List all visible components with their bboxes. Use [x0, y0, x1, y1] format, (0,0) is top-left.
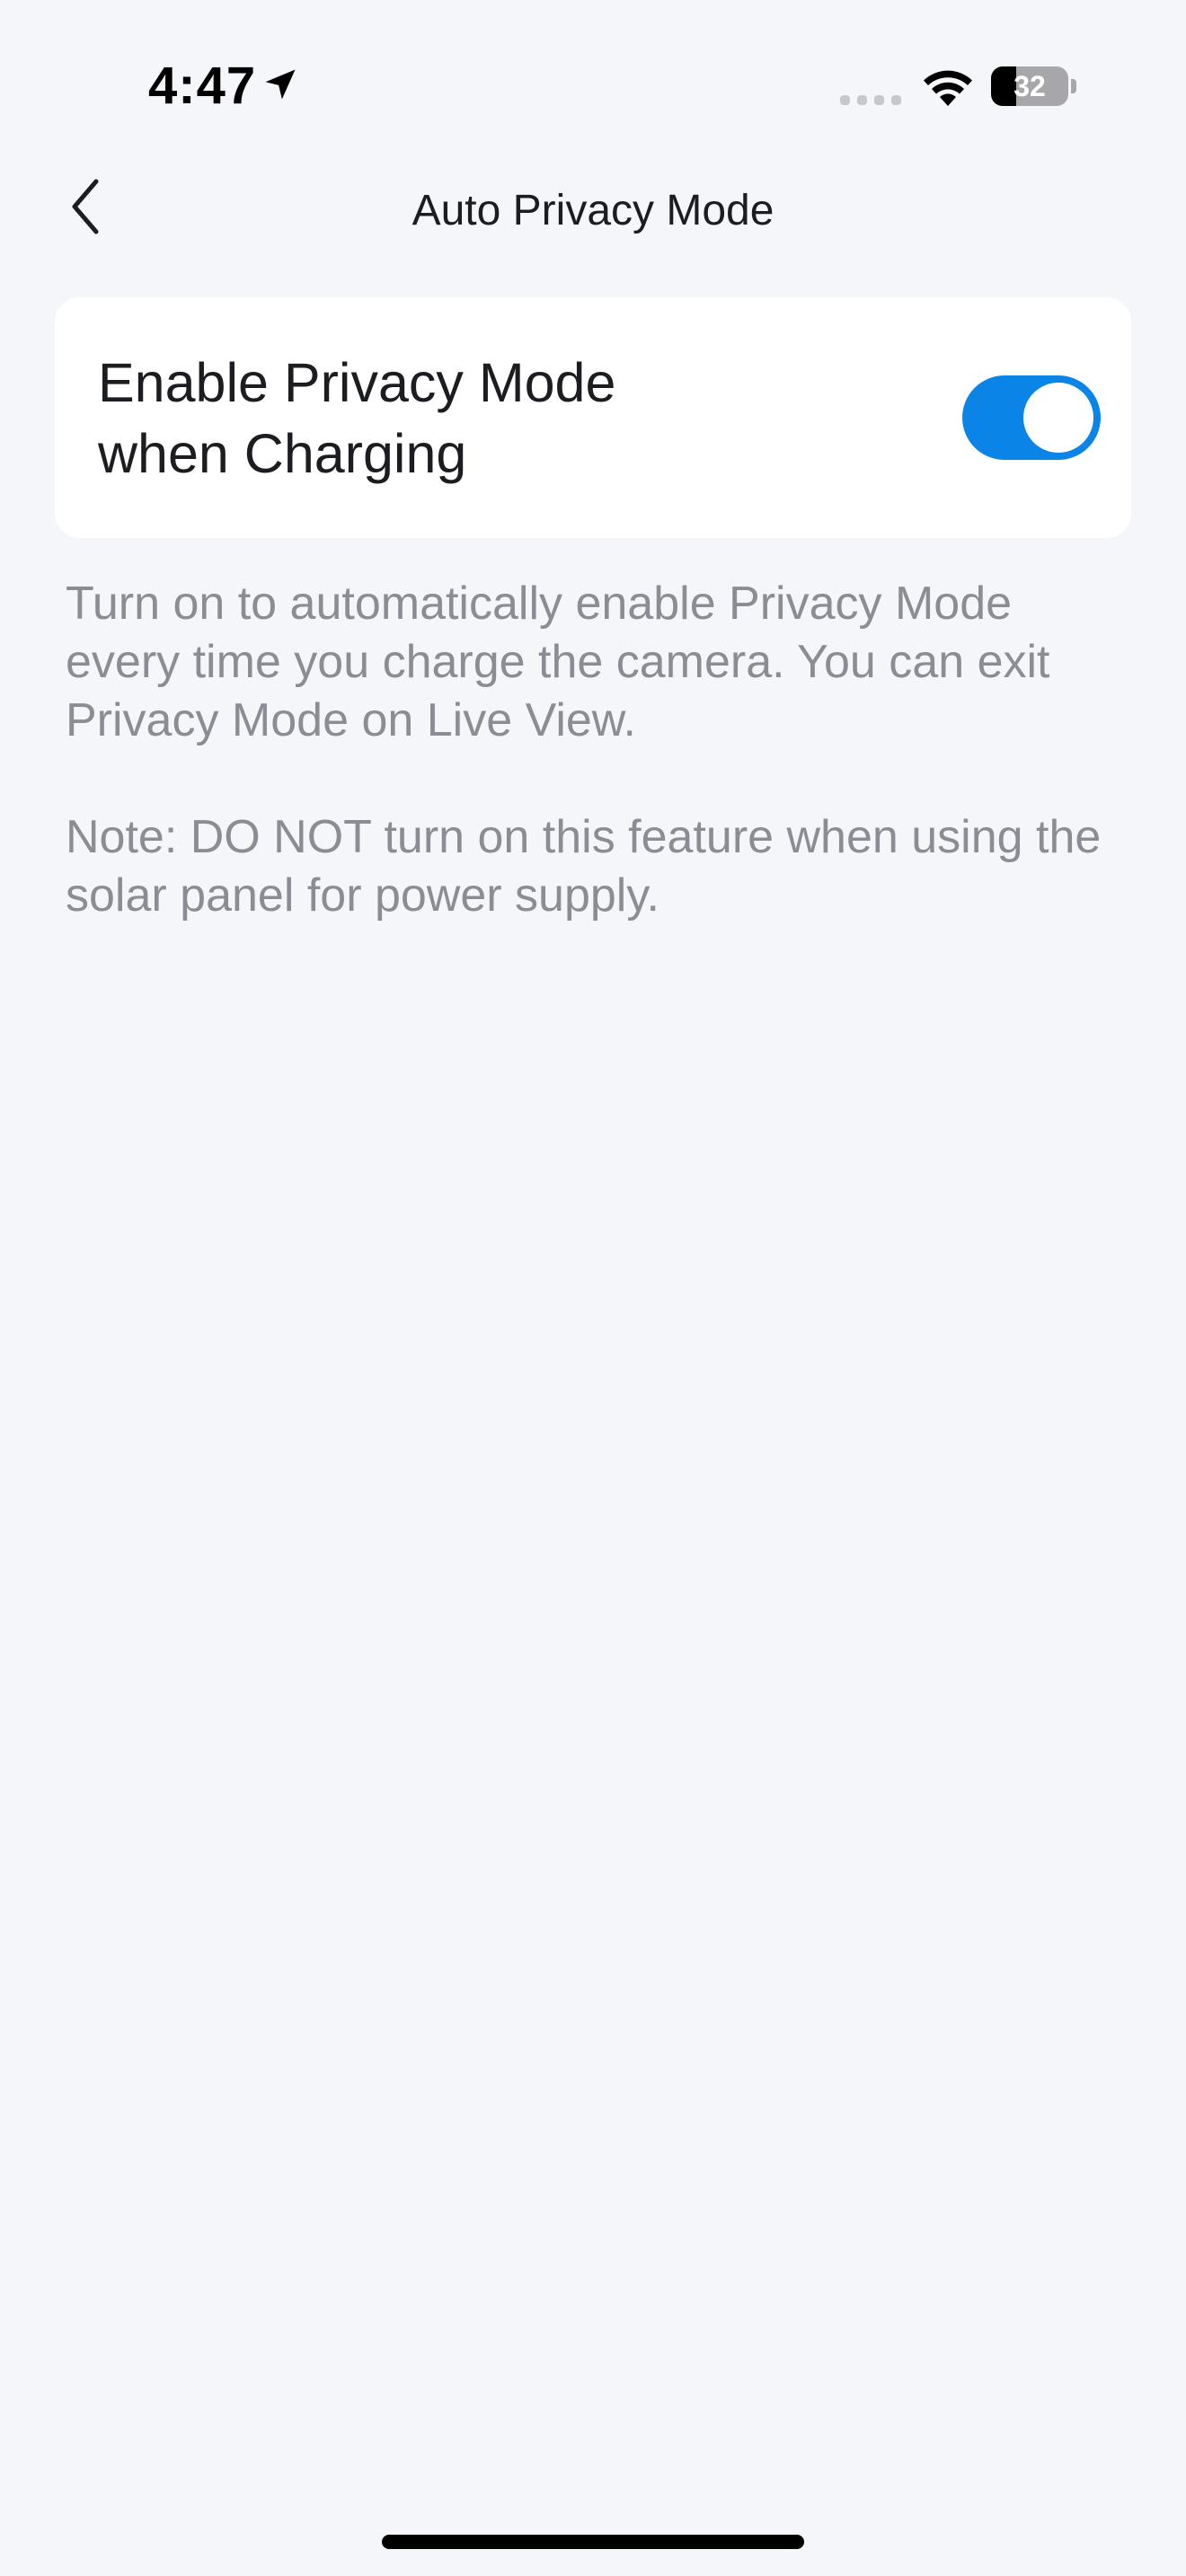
- location-arrow-icon: [265, 69, 296, 100]
- battery-cap: [1071, 79, 1076, 93]
- setting-label: Enable Privacy Mode when Charging: [98, 352, 616, 484]
- setting-description: Turn on to automatically enable Privacy …: [66, 578, 1050, 746]
- setting-note: Note: DO NOT turn on this feature when u…: [66, 811, 1102, 922]
- privacy-setting-card: Enable Privacy Mode when Charging: [55, 297, 1131, 538]
- home-indicator[interactable]: [382, 2535, 804, 2549]
- page-title: Auto Privacy Mode: [412, 187, 774, 234]
- status-time: 4:47: [148, 57, 257, 115]
- status-bar: 4:47 32: [0, 0, 1186, 171]
- battery-level: 32: [1013, 70, 1046, 102]
- signal-icon: [840, 95, 901, 105]
- toggle-knob: [1023, 383, 1093, 453]
- battery-icon: 32: [991, 66, 1068, 106]
- wifi-icon: [924, 70, 972, 106]
- privacy-mode-toggle[interactable]: [962, 375, 1101, 460]
